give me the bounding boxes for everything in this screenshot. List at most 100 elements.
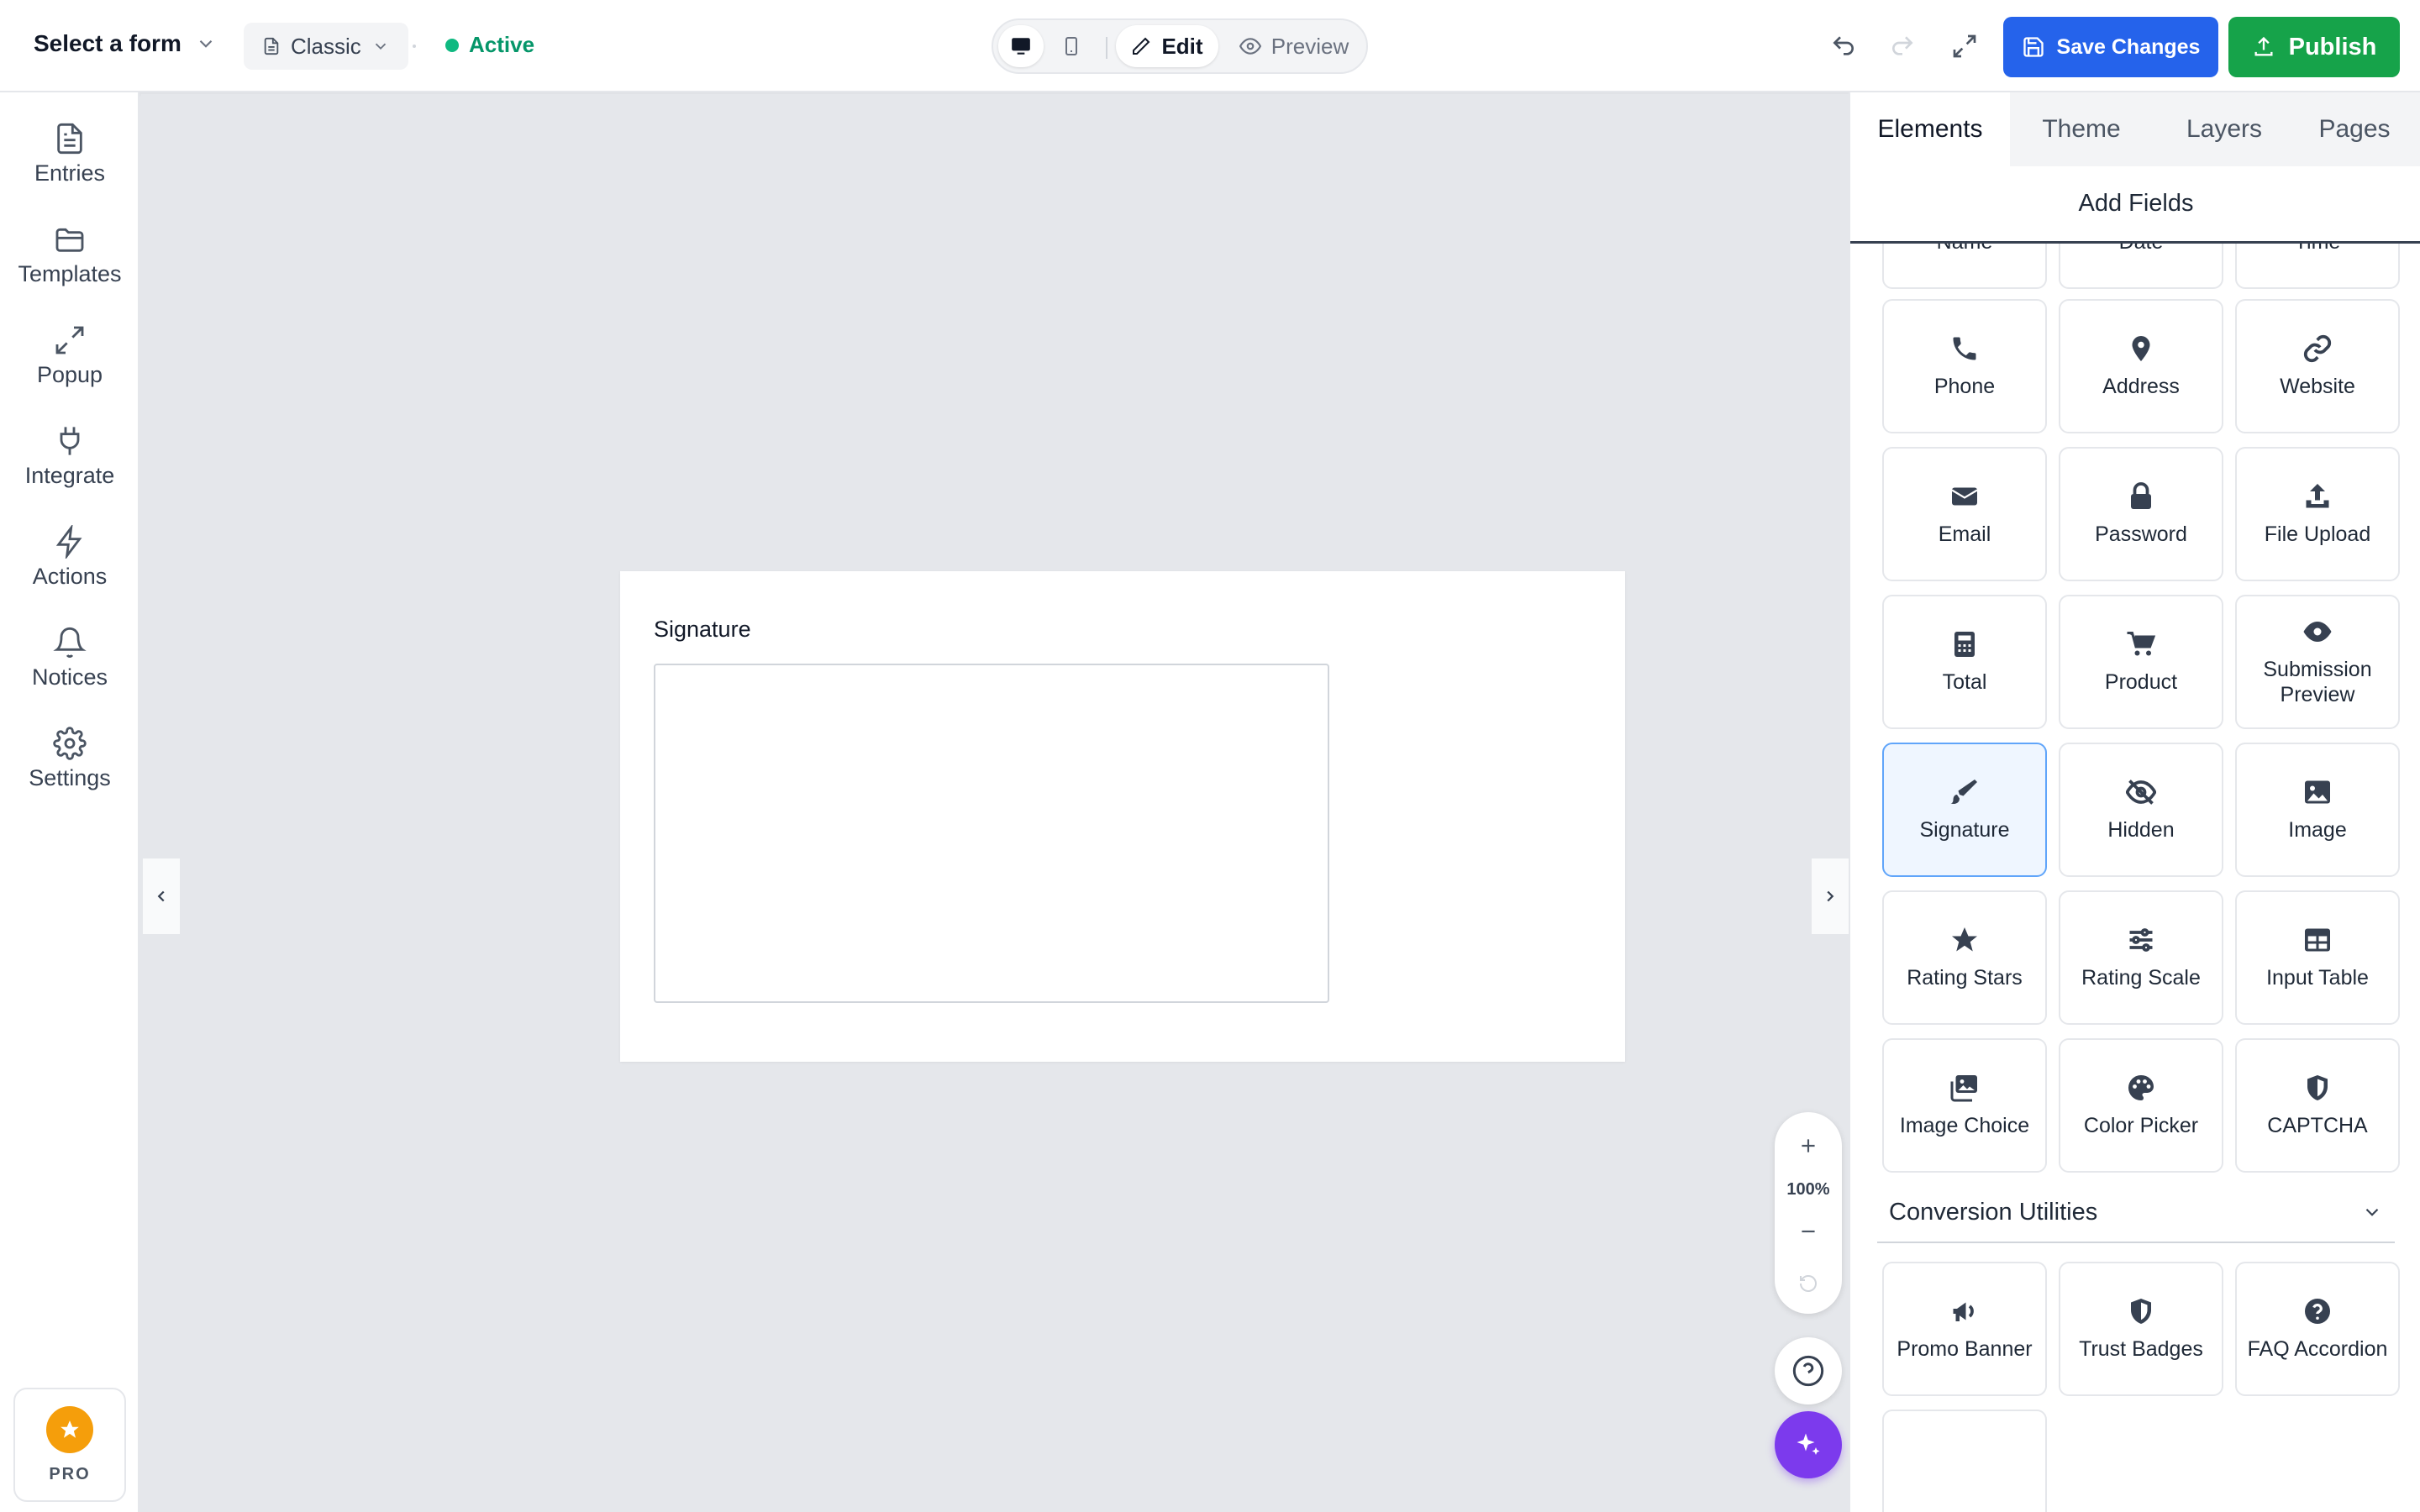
- eye-icon: [2303, 622, 2332, 642]
- sidebar-item-notices[interactable]: Notices: [0, 612, 139, 704]
- zoom-reset-button[interactable]: [1775, 1263, 1842, 1304]
- table-icon: [2305, 928, 2330, 952]
- form-selector[interactable]: Select a form: [34, 30, 217, 57]
- tab-label: Elements: [1877, 115, 1983, 143]
- field-label: Hidden: [2107, 818, 2175, 842]
- preview-mode-button[interactable]: Preview: [1227, 25, 1361, 67]
- field-address[interactable]: Address: [2059, 299, 2223, 433]
- mobile-icon: [1065, 37, 1077, 55]
- sliders-icon: [2129, 928, 2153, 952]
- sidebar-item-actions[interactable]: Actions: [0, 511, 139, 603]
- field-label: Signature: [1919, 818, 2010, 842]
- field-label: Trust Badges: [2079, 1337, 2203, 1361]
- undo-button[interactable]: [1827, 29, 1860, 63]
- chevron-left-icon: [157, 890, 165, 902]
- pro-upgrade-card[interactable]: PRO: [13, 1388, 126, 1502]
- pen-icon: [1950, 780, 1977, 805]
- field-faq-accordion[interactable]: FAQ Accordion: [2235, 1262, 2400, 1396]
- ai-assistant-button[interactable]: [1775, 1411, 1842, 1478]
- tab-elements[interactable]: Elements: [1850, 92, 2010, 166]
- field-rating-stars[interactable]: Rating Stars: [1882, 890, 2047, 1025]
- save-changes-button[interactable]: Save Changes: [2003, 17, 2218, 77]
- top-bar: Select a form Classic Active Edit Previe…: [0, 0, 2420, 92]
- field-submission-preview[interactable]: Submission Preview: [2235, 595, 2400, 729]
- field-time[interactable]: Time: [2235, 244, 2400, 289]
- mode-divider: [1106, 37, 1107, 59]
- document-icon: [264, 37, 279, 55]
- save-label: Save Changes: [2056, 34, 2201, 59]
- field-label: Address: [2102, 375, 2180, 398]
- edit-mode-button[interactable]: Edit: [1116, 25, 1218, 67]
- collapse-left-button[interactable]: [141, 857, 182, 936]
- sidebar-item-settings[interactable]: Settings: [0, 712, 139, 805]
- question-circle-icon: [1792, 1355, 1824, 1387]
- field-label: File Upload: [2264, 522, 2371, 546]
- field-input-table[interactable]: Input Table: [2235, 890, 2400, 1025]
- field-label: Phone: [1933, 375, 1996, 398]
- tab-pages[interactable]: Pages: [2287, 92, 2420, 166]
- sidebar-item-templates[interactable]: Templates: [0, 208, 139, 301]
- field-captcha[interactable]: CAPTCHA: [2235, 1038, 2400, 1173]
- reset-icon: [1800, 1275, 1817, 1292]
- field-total[interactable]: Total: [1882, 595, 2047, 729]
- zoom-out-button[interactable]: [1775, 1211, 1842, 1252]
- lightning-icon: [55, 524, 82, 559]
- field-trust-badges[interactable]: Trust Badges: [2059, 1262, 2223, 1396]
- layout-label: Classic: [291, 33, 361, 59]
- collapse-right-button[interactable]: [1810, 857, 1850, 936]
- question-icon: [2305, 1299, 2330, 1324]
- status-label: Active: [469, 32, 535, 57]
- undo-icon: [1833, 36, 1854, 55]
- plug-icon: [60, 426, 80, 455]
- layout-dropdown[interactable]: Classic: [244, 23, 408, 70]
- field-signature[interactable]: Signature: [1882, 743, 2047, 877]
- field-email[interactable]: Email: [1882, 447, 2047, 581]
- chevron-down-icon: [2365, 1208, 2379, 1216]
- sidebar-item-popup[interactable]: Popup: [0, 309, 139, 402]
- field-promo-banner[interactable]: Promo Banner: [1882, 1262, 2047, 1396]
- form-selector-label: Select a form: [34, 30, 182, 56]
- field-website[interactable]: Website: [2235, 299, 2400, 433]
- field-date[interactable]: Date: [2059, 244, 2223, 289]
- redo-button[interactable]: [1886, 29, 1919, 63]
- publish-button[interactable]: Publish: [2228, 17, 2400, 77]
- field-phone[interactable]: Phone: [1882, 299, 2047, 433]
- signature-pad[interactable]: [654, 664, 1329, 1003]
- sidebar-item-label: Integrate: [24, 462, 115, 488]
- envelope-icon: [1951, 487, 1978, 506]
- zoom-in-button[interactable]: [1775, 1126, 1842, 1166]
- field-palette: Name Date Time Phone Address Website Ema…: [1850, 244, 2420, 1512]
- gear-icon: [53, 726, 87, 760]
- mobile-view-button[interactable]: [1049, 25, 1094, 67]
- field-name[interactable]: Name: [1882, 244, 2047, 289]
- zoom-level-value: 100%: [1786, 1179, 1830, 1199]
- field-password[interactable]: Password: [2059, 447, 2223, 581]
- status-badge[interactable]: Active: [445, 32, 534, 58]
- group-title: Conversion Utilities: [1889, 1198, 2098, 1226]
- field-rating-scale[interactable]: Rating Scale: [2059, 890, 2223, 1025]
- link-icon: [2303, 334, 2332, 363]
- field-file-upload[interactable]: File Upload: [2235, 447, 2400, 581]
- image-icon: [2305, 780, 2330, 804]
- sidebar-item-integrate[interactable]: Integrate: [0, 410, 139, 502]
- field-hidden[interactable]: Hidden: [2059, 743, 2223, 877]
- status-dot: [445, 38, 459, 52]
- star-icon: [60, 1420, 79, 1438]
- form-preview-card: Signature: [620, 571, 1625, 1062]
- tab-theme[interactable]: Theme: [2010, 92, 2153, 166]
- field-color-picker[interactable]: Color Picker: [2059, 1038, 2223, 1173]
- field-product[interactable]: Product: [2059, 595, 2223, 729]
- field-more[interactable]: [1882, 1410, 2047, 1512]
- chevron-right-icon: [1827, 890, 1834, 902]
- help-button[interactable]: [1775, 1337, 1842, 1404]
- conversion-utilities-header[interactable]: Conversion Utilities: [1877, 1183, 2395, 1243]
- field-image-choice[interactable]: Image Choice: [1882, 1038, 2047, 1173]
- field-label: Name: [1928, 244, 2002, 255]
- sidebar-item-label: Actions: [32, 563, 108, 589]
- folder-icon: [55, 228, 84, 252]
- fullscreen-button[interactable]: [1948, 29, 1981, 63]
- desktop-view-button[interactable]: [998, 25, 1044, 67]
- tab-layers[interactable]: Layers: [2153, 92, 2296, 166]
- field-image[interactable]: Image: [2235, 743, 2400, 877]
- sidebar-item-entries[interactable]: Entries: [0, 108, 139, 200]
